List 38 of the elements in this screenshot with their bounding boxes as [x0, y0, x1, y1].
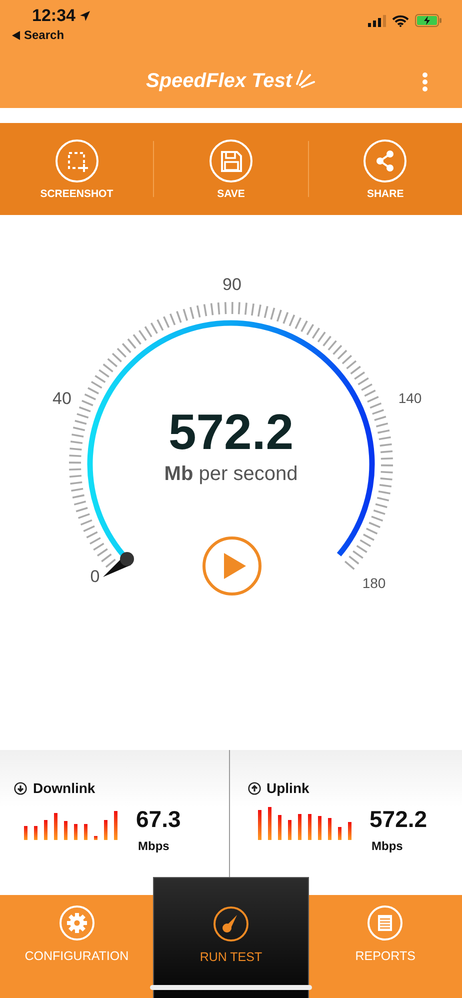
battery-icon	[415, 14, 442, 27]
settings-icon	[58, 905, 95, 941]
share-button[interactable]: SHARE	[308, 138, 462, 200]
app-title: SpeedFlex Test	[146, 70, 292, 93]
location-arrow-icon	[79, 10, 92, 22]
speedometer-icon	[212, 906, 249, 942]
scale-label: 90	[222, 275, 242, 294]
speed-unit: Mb per second	[164, 463, 298, 486]
speed-rays-icon	[294, 70, 316, 88]
scale-label: 140	[398, 390, 422, 406]
share-icon	[363, 138, 408, 182]
stat-label: Downlink	[33, 780, 96, 796]
screenshot-button[interactable]: SCREENSHOT	[0, 138, 154, 200]
signal-icon	[368, 14, 386, 26]
document-icon	[367, 905, 404, 941]
back-link[interactable]: Search	[24, 28, 64, 42]
scale-label: 0	[90, 567, 100, 586]
nav-tab[interactable]: REPORTS	[308, 895, 462, 998]
nav-tab[interactable]: RUN TEST	[153, 877, 309, 998]
scale-label: 40	[52, 389, 72, 408]
speed-value: 572.2	[168, 407, 294, 457]
status-time: 12:34	[32, 6, 76, 26]
upload-icon	[248, 782, 260, 794]
stat-unit: Mbps	[370, 839, 404, 853]
scale-label: 180	[362, 575, 386, 591]
download-icon	[14, 782, 27, 794]
stat-value: 67.3	[136, 806, 181, 833]
save-button[interactable]: SAVE	[154, 138, 308, 200]
stat-label: Uplink	[266, 780, 310, 796]
nav-tab[interactable]: CONFIGURATION	[0, 895, 154, 998]
wifi-icon	[392, 14, 409, 26]
more-menu-icon[interactable]	[422, 72, 428, 92]
play-button[interactable]	[202, 536, 262, 596]
stat-unit: Mbps	[137, 839, 170, 853]
stat-value: 572.2	[370, 806, 428, 833]
screenshot-icon	[54, 138, 99, 182]
back-triangle-icon[interactable]	[12, 30, 20, 40]
save-icon	[208, 138, 253, 182]
